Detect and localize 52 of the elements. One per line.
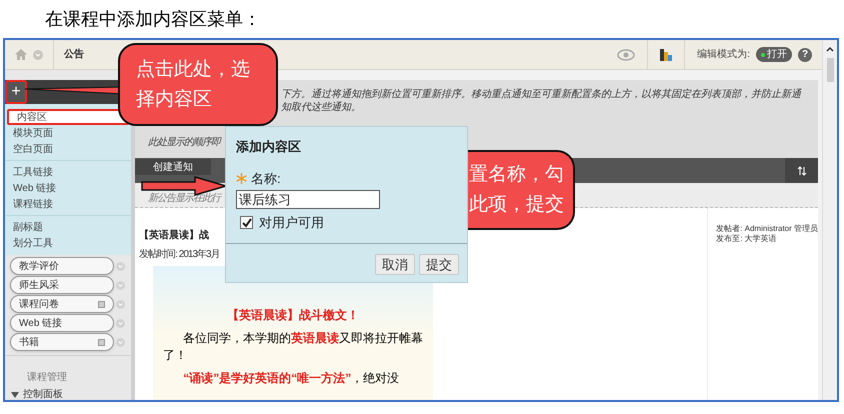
chevron-down-icon[interactable] [116,300,125,308]
field-label: 名称: [251,170,281,188]
menu-item[interactable]: 工具链接 [5,164,132,180]
dialog-button[interactable]: 提交 [419,254,459,274]
dialog-title: 添加内容区 [235,138,302,156]
hidden-mark-icon [98,300,105,308]
banner-title: 【英语晨读】战斗檄文！ [227,307,360,324]
course-menu-item[interactable]: 教学评价 [10,257,114,275]
section-label: 课程管理 [27,372,67,383]
course-menu-item[interactable]: 书籍 [10,333,114,351]
post-meta: 发布至: 大学英语 [716,234,778,244]
course-menu-item[interactable]: Web 链接 [10,314,114,332]
edit-mode-label: 编辑模式为: [697,48,750,62]
post-date: 发帖时间: 2013年3月 [139,248,221,262]
control-panel-toggle[interactable]: 控制面板 [5,388,132,400]
menu-item[interactable]: 课程链接 [5,196,132,212]
sort-button[interactable] [785,158,818,183]
page-heading: 在课程中添加内容区菜单： [45,8,262,31]
instruction-text: 此处显示的顺序即 [148,136,220,150]
course-menu-item[interactable]: 课程问卷 [10,295,114,313]
callout: 点击此处，选 择内容区 [118,43,278,126]
eye-icon[interactable] [617,48,636,60]
scroll-up-icon [826,46,834,52]
course-menu-item[interactable]: 师生风采 [10,276,114,294]
chevron-down-icon[interactable] [116,280,125,290]
help-button[interactable]: ? [798,48,812,62]
home-icon[interactable] [15,49,27,60]
menu-item[interactable]: Web 链接 [5,180,132,196]
edit-mode-toggle[interactable]: 打开 [756,47,792,62]
sort-icon [796,166,806,176]
banner-paragraph: “诵读”是学好英语的“唯一方法”，绝对没 [182,370,400,387]
callout: 置名称，勾 此项，提交 [467,150,575,230]
scroll-thumb [826,58,834,82]
menu-item[interactable]: 模块页面 [5,125,132,141]
hidden-mark-icon [98,338,105,346]
name-field[interactable]: 课后练习 [236,190,380,209]
menu-item[interactable]: 空白页面 [5,141,132,157]
chevron-down-icon[interactable] [116,262,125,270]
chevron-down-icon[interactable] [116,338,125,346]
chevron-down-icon[interactable] [33,50,43,60]
create-notice-button[interactable]: 创建通知 [135,159,212,175]
scrollbar[interactable] [822,40,837,400]
menu-item[interactable]: 副标题 [5,219,132,235]
dialog-button[interactable]: 取消 [375,254,415,274]
chevron-down-icon[interactable] [116,318,125,328]
instruction-text: 下方。通过将通知拖到新位置可重新排序。移动重点通知至可重新配置条的上方，以将其固定在列表顶部，并防止新通知取代这些通知。 [281,88,802,114]
banner-paragraph: 各位同学，本学期的英语晨读又即将拉开帷幕了！ [163,330,424,364]
add-button[interactable]: + [5,80,27,104]
menu-item[interactable]: 内容区 [7,109,130,125]
breadcrumb[interactable]: 公告 [64,47,84,62]
post-meta: 发帖者: Administrator 管理员 [716,224,818,234]
menu-item[interactable]: 划分工具 [5,235,132,251]
